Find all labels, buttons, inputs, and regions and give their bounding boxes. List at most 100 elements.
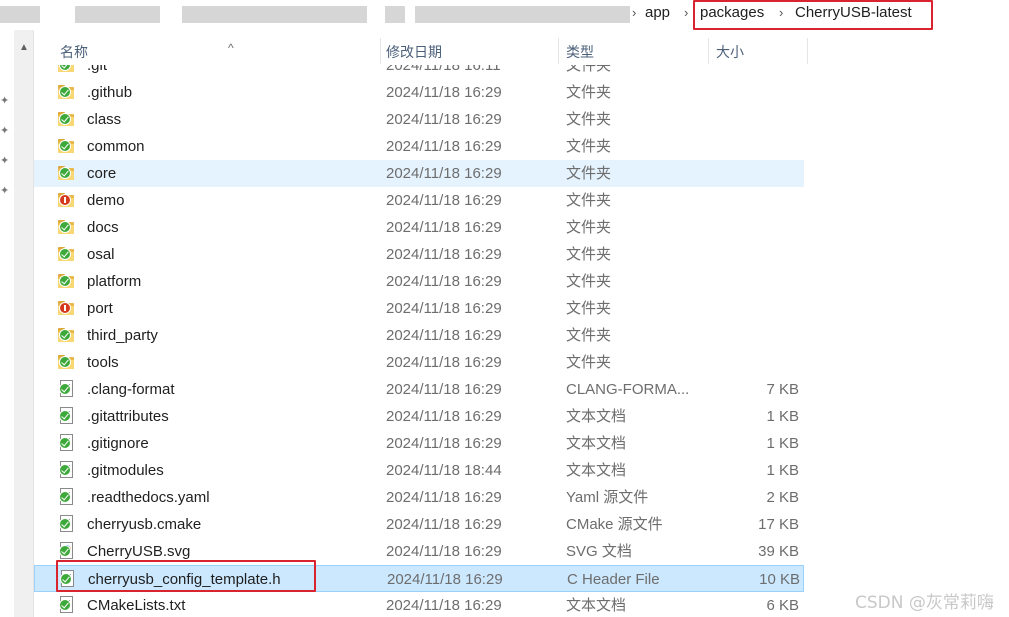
column-header-name[interactable]: 名称 ^ <box>54 35 380 65</box>
file-date: 2024/11/18 16:29 <box>386 165 502 182</box>
file-date: 2024/11/18 16:29 <box>386 327 502 344</box>
file-size: 2 KB <box>766 489 799 506</box>
column-header-row: 名称 ^ 修改日期 类型 大小 <box>34 35 809 65</box>
folder-icon <box>58 241 78 268</box>
checkmark-overlay-icon <box>59 383 71 395</box>
file-row[interactable]: port 2024/11/18 16:29 文件夹 <box>34 295 804 322</box>
checkmark-overlay-icon <box>59 518 71 530</box>
highlight-box-selected-file <box>56 560 316 592</box>
error-overlay-icon <box>59 302 71 314</box>
file-date: 2024/11/18 16:29 <box>386 597 502 614</box>
checkmark-overlay-icon <box>59 545 71 557</box>
column-divider[interactable] <box>708 38 709 64</box>
document-icon <box>58 403 78 430</box>
watermark: CSDN @灰常莉嗨 <box>855 593 994 613</box>
column-divider[interactable] <box>558 38 559 64</box>
file-name: core <box>87 165 117 182</box>
file-date: 2024/11/18 16:29 <box>386 111 502 128</box>
obscured-path-segment <box>75 6 160 23</box>
file-date: 2024/11/18 16:29 <box>386 246 502 263</box>
file-size <box>710 322 799 349</box>
file-type: 文件夹 <box>566 165 612 182</box>
file-size <box>710 133 799 160</box>
column-header-date[interactable]: 修改日期 <box>380 35 560 65</box>
scrollbar[interactable] <box>14 30 34 617</box>
file-type: 文件夹 <box>566 219 612 236</box>
pin-icon[interactable]: ✦ <box>0 124 9 137</box>
navigation-pane-edge[interactable]: ✦ ✦ ✦ ✦ <box>0 30 14 617</box>
file-row[interactable]: .gitattributes 2024/11/18 16:29 文本文档 1 KB <box>34 403 804 430</box>
file-row[interactable]: osal 2024/11/18 16:29 文件夹 <box>34 241 804 268</box>
breadcrumb-app[interactable]: app <box>645 4 670 21</box>
file-size <box>710 268 799 295</box>
folder-icon <box>58 160 78 187</box>
file-row[interactable]: docs 2024/11/18 16:29 文件夹 <box>34 214 804 241</box>
column-header-size[interactable]: 大小 <box>710 35 805 65</box>
file-row[interactable]: .github 2024/11/18 16:29 文件夹 <box>34 79 804 106</box>
scroll-up-arrow-icon[interactable]: ▲ <box>14 38 34 58</box>
file-row[interactable]: .gitignore 2024/11/18 16:29 文本文档 1 KB <box>34 430 804 457</box>
file-row[interactable]: cherryusb.cmake 2024/11/18 16:29 CMake 源文件… <box>34 511 804 538</box>
file-row[interactable]: platform 2024/11/18 16:29 文件夹 <box>34 268 804 295</box>
file-row[interactable]: tools 2024/11/18 16:29 文件夹 <box>34 349 804 376</box>
file-row[interactable]: common 2024/11/18 16:29 文件夹 <box>34 133 804 160</box>
pin-icon[interactable]: ✦ <box>0 184 9 197</box>
file-type: 文件夹 <box>566 273 612 290</box>
file-name: CMakeLists.txt <box>87 597 186 614</box>
file-date: 2024/11/18 16:29 <box>387 571 503 588</box>
file-row[interactable]: demo 2024/11/18 16:29 文件夹 <box>34 187 804 214</box>
file-type: 文本文档 <box>566 597 627 614</box>
file-size <box>710 65 799 79</box>
file-name: demo <box>87 192 125 209</box>
file-type: 文件夹 <box>566 138 612 155</box>
file-type: CMake 源文件 <box>566 516 663 533</box>
document-icon <box>58 376 78 403</box>
pin-icon[interactable]: ✦ <box>0 154 9 167</box>
file-type: Yaml 源文件 <box>566 489 649 506</box>
checkmark-overlay-icon <box>59 329 71 341</box>
file-row[interactable]: .git 2024/11/18 16:11 文件夹 <box>34 65 804 79</box>
file-date: 2024/11/18 16:29 <box>386 192 502 209</box>
file-size <box>710 295 799 322</box>
chevron-right-icon[interactable]: › <box>684 5 688 20</box>
column-header-type[interactable]: 类型 <box>560 35 710 65</box>
file-row[interactable]: .gitmodules 2024/11/18 18:44 文本文档 1 KB <box>34 457 804 484</box>
file-name: osal <box>87 246 115 263</box>
file-row[interactable]: .readthedocs.yaml 2024/11/18 16:29 Yaml 源文… <box>34 484 804 511</box>
folder-icon <box>58 295 78 322</box>
obscured-path-segment <box>415 6 630 23</box>
file-type: 文件夹 <box>566 192 612 209</box>
file-size: 17 KB <box>758 516 799 533</box>
file-type: 文件夹 <box>566 84 612 101</box>
folder-icon <box>58 322 78 349</box>
address-bar[interactable]: › app › packages › CherryUSB-latest <box>0 0 1009 30</box>
file-row[interactable]: .clang-format 2024/11/18 16:29 CLANG-FORMA… <box>34 376 804 403</box>
chevron-right-icon[interactable]: › <box>632 5 636 20</box>
file-date: 2024/11/18 16:29 <box>386 381 502 398</box>
file-type: 文件夹 <box>566 246 612 263</box>
checkmark-overlay-icon <box>59 167 71 179</box>
file-size: 1 KB <box>766 462 799 479</box>
checkmark-overlay-icon <box>59 356 71 368</box>
column-header-type-label: 类型 <box>566 44 594 60</box>
pin-icon[interactable]: ✦ <box>0 94 9 107</box>
file-size: 7 KB <box>766 381 799 398</box>
highlight-box-breadcrumb <box>693 0 933 30</box>
checkmark-overlay-icon <box>59 86 71 98</box>
file-row[interactable]: CMakeLists.txt 2024/11/18 16:29 文本文档 6 KB <box>34 592 804 617</box>
file-row[interactable]: class 2024/11/18 16:29 文件夹 <box>34 106 804 133</box>
folder-icon <box>58 349 78 376</box>
checkmark-overlay-icon <box>59 491 71 503</box>
file-row[interactable]: third_party 2024/11/18 16:29 文件夹 <box>34 322 804 349</box>
column-divider[interactable] <box>807 38 808 64</box>
file-date: 2024/11/18 16:11 <box>386 65 501 74</box>
folder-icon <box>58 214 78 241</box>
obscured-path-segment <box>385 6 405 23</box>
file-name: docs <box>87 219 119 236</box>
file-date: 2024/11/18 16:29 <box>386 84 502 101</box>
file-row[interactable]: core 2024/11/18 16:29 文件夹 <box>34 160 804 187</box>
file-date: 2024/11/18 16:29 <box>386 435 502 452</box>
folder-icon <box>58 268 78 295</box>
file-name: tools <box>87 354 119 371</box>
file-date: 2024/11/18 16:29 <box>386 219 502 236</box>
